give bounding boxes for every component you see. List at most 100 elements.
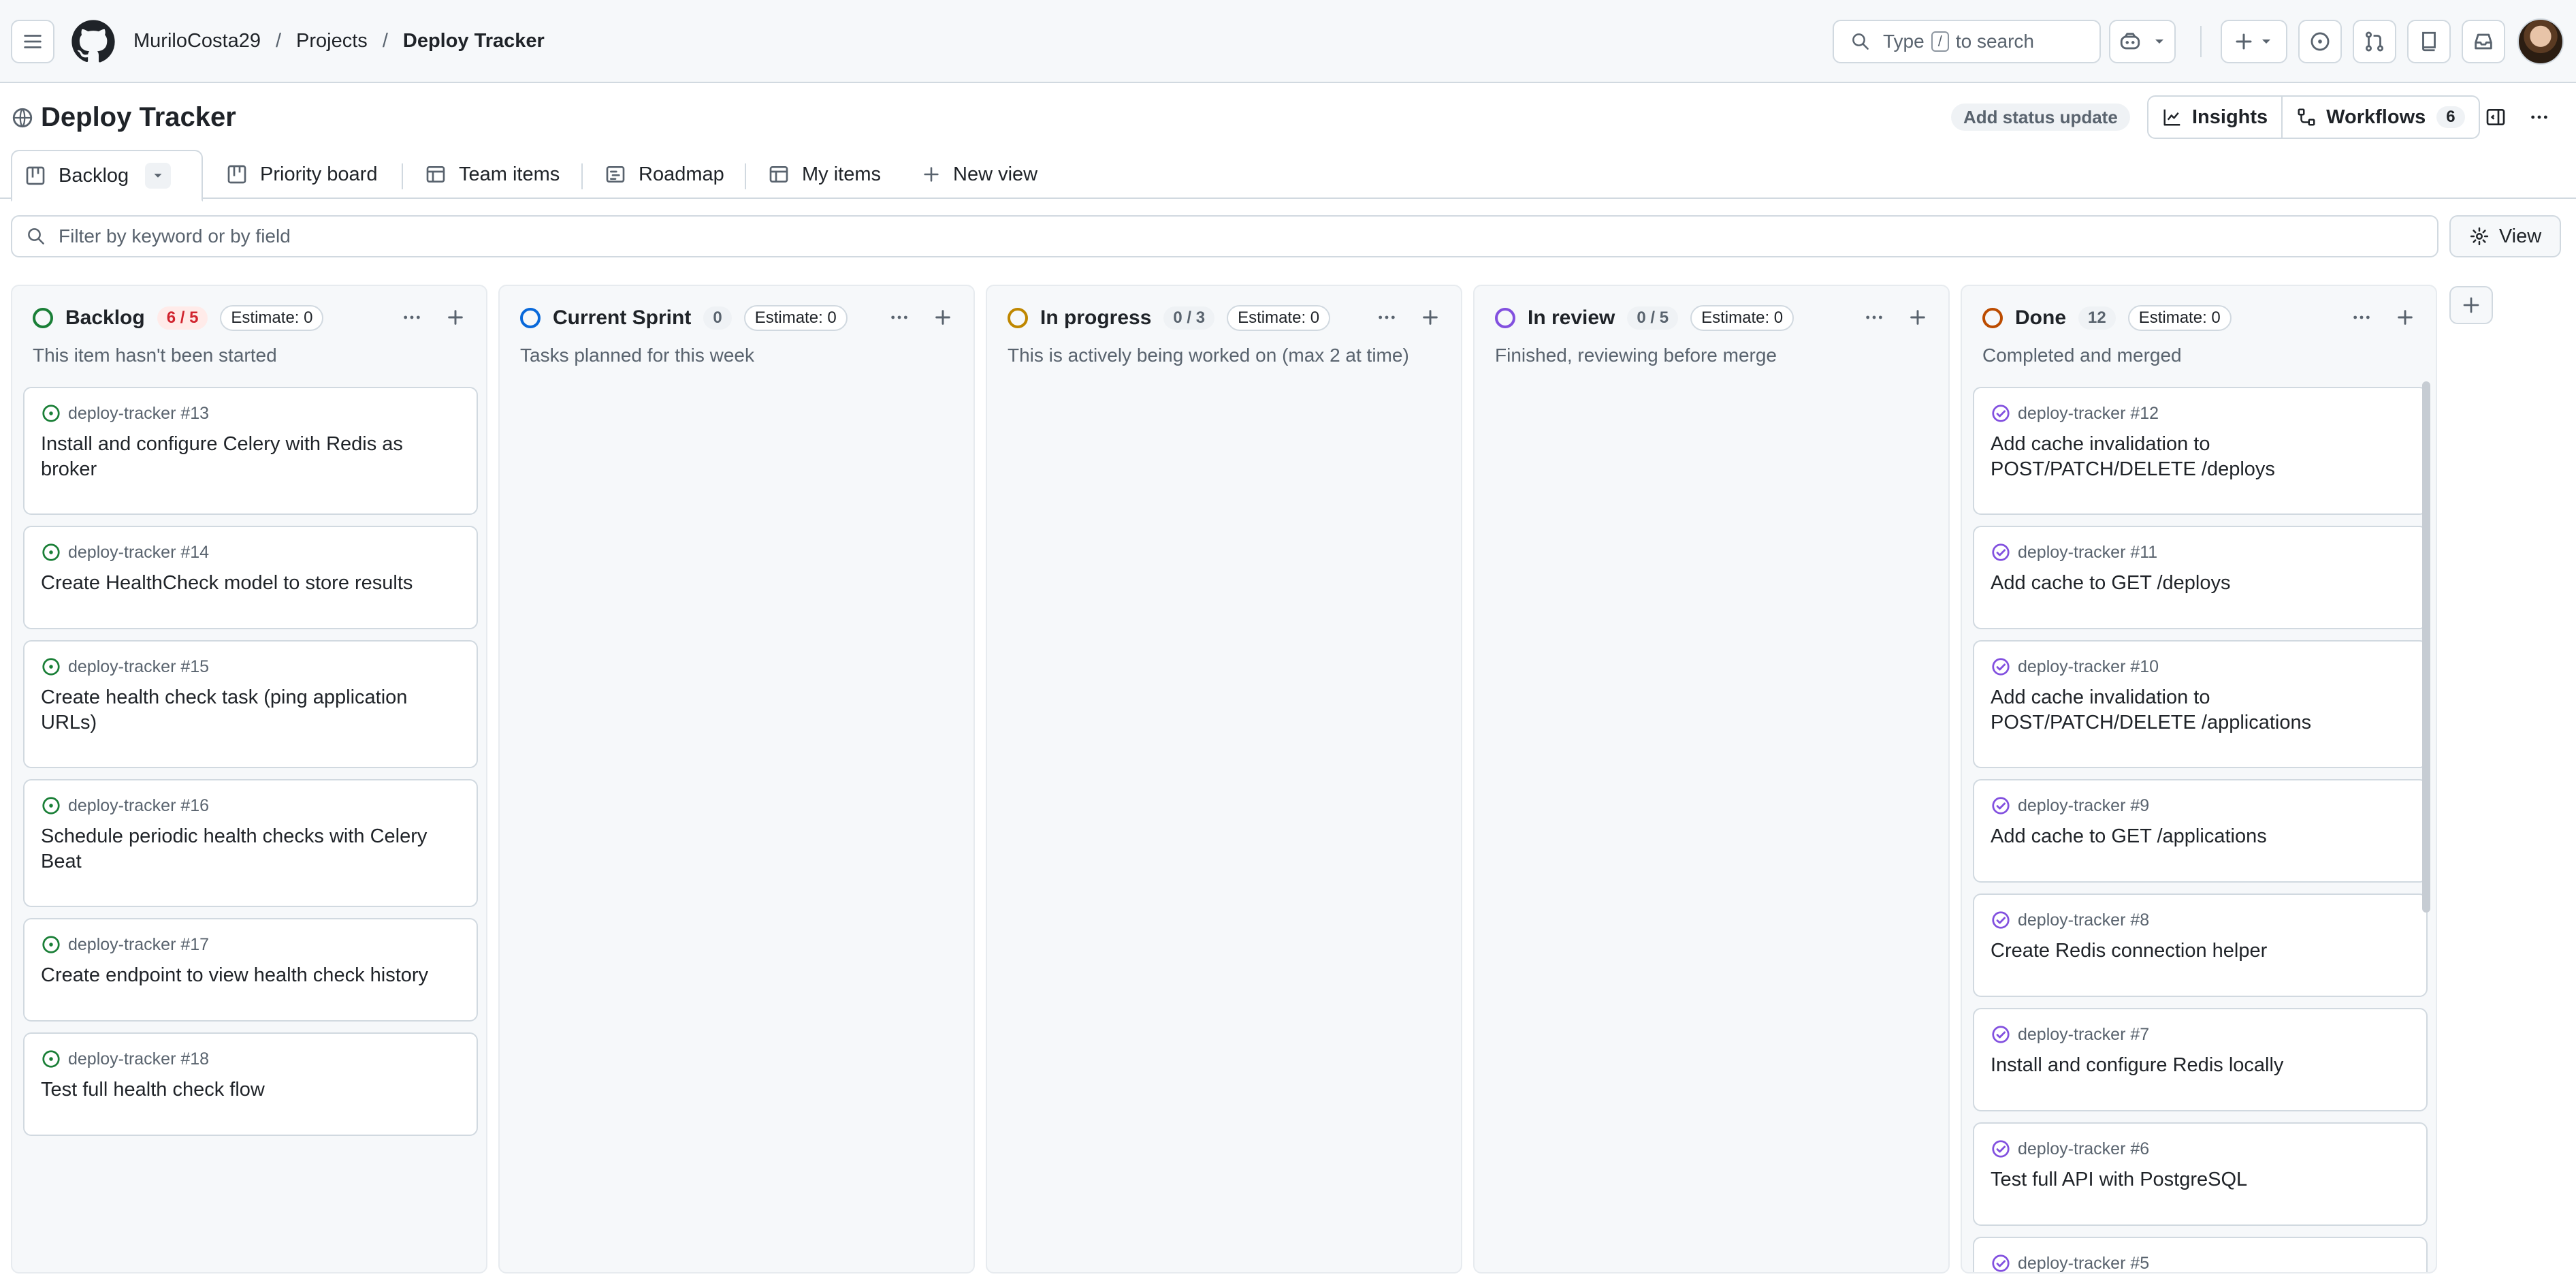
issue-card[interactable]: deploy-tracker #14 Create HealthCheck mod… bbox=[23, 526, 478, 629]
column-actions bbox=[2335, 304, 2422, 331]
issue-title[interactable]: Add cache invalidation to POST/PATCH/DEL… bbox=[1991, 685, 2410, 736]
issue-open-icon bbox=[42, 797, 60, 815]
issue-number[interactable]: deploy-tracker #15 bbox=[68, 657, 209, 677]
issue-title[interactable]: Create health check task (ping applicati… bbox=[41, 685, 460, 736]
issue-card[interactable]: deploy-tracker #16 Schedule periodic heal… bbox=[23, 779, 478, 907]
issue-title[interactable]: Add cache to GET /applications bbox=[1991, 824, 2410, 849]
issues-button[interactable] bbox=[2298, 20, 2342, 63]
pull-requests-button[interactable] bbox=[2353, 20, 2396, 63]
issue-closed-icon bbox=[1992, 911, 2010, 929]
column-menu-button[interactable] bbox=[1370, 304, 1404, 331]
issue-open-icon bbox=[42, 936, 60, 953]
column-menu-button[interactable] bbox=[395, 304, 429, 331]
new-view-button[interactable]: New view bbox=[909, 150, 1050, 199]
tab-team-items[interactable]: Team items bbox=[413, 150, 572, 199]
issue-card[interactable]: deploy-tracker #9 Add cache to GET /appli… bbox=[1973, 779, 2428, 883]
column-description: Tasks planned for this week bbox=[520, 345, 754, 366]
inbox-button[interactable] bbox=[2462, 20, 2505, 63]
search-input[interactable]: Type / to search bbox=[1833, 20, 2101, 63]
menu-button[interactable] bbox=[11, 20, 54, 63]
issue-number[interactable]: deploy-tracker #9 bbox=[2018, 796, 2149, 816]
add-status-update-button[interactable]: Add status update bbox=[1951, 104, 2130, 131]
workflows-button[interactable]: Workflows 6 bbox=[2281, 97, 2478, 138]
issue-card[interactable]: deploy-tracker #5 bbox=[1973, 1237, 2428, 1273]
issue-card[interactable]: deploy-tracker #7 Install and configure R… bbox=[1973, 1008, 2428, 1111]
column-estimate-badge: Estimate: 0 bbox=[220, 305, 324, 331]
add-column-button[interactable] bbox=[2449, 286, 2493, 324]
issue-number[interactable]: deploy-tracker #14 bbox=[68, 543, 209, 563]
issue-title[interactable]: Schedule periodic health checks with Cel… bbox=[41, 824, 460, 874]
issue-card[interactable]: deploy-tracker #8 Create Redis connection… bbox=[1973, 893, 2428, 997]
tab-my-items[interactable]: My items bbox=[756, 150, 893, 199]
issue-card[interactable]: deploy-tracker #11 Add cache to GET /depl… bbox=[1973, 526, 2428, 629]
column-header: In progress 0 / 3 Estimate: 0 bbox=[1008, 305, 1342, 331]
issue-reference: deploy-tracker #6 bbox=[1991, 1139, 2410, 1159]
column-add-item-button[interactable] bbox=[1413, 304, 1447, 331]
filter-input[interactable]: Filter by keyword or by field bbox=[11, 215, 2438, 257]
column-add-item-button[interactable] bbox=[926, 304, 960, 331]
column-add-item-button[interactable] bbox=[2388, 304, 2422, 331]
board-column-backlog: Backlog 6 / 5 Estimate: 0 This item hasn't … bbox=[11, 285, 487, 1274]
issue-number[interactable]: deploy-tracker #17 bbox=[68, 935, 209, 955]
issue-number[interactable]: deploy-tracker #11 bbox=[2018, 543, 2157, 563]
issue-title[interactable]: Add cache to GET /deploys bbox=[1991, 571, 2410, 596]
create-new-button[interactable] bbox=[2221, 20, 2287, 63]
issue-number[interactable]: deploy-tracker #6 bbox=[2018, 1139, 2149, 1159]
issue-number[interactable]: deploy-tracker #16 bbox=[68, 796, 209, 816]
issue-number[interactable]: deploy-tracker #5 bbox=[2018, 1254, 2149, 1273]
tab-priority-board[interactable]: Priority board bbox=[214, 150, 389, 199]
view-options-button[interactable]: View bbox=[2449, 215, 2561, 257]
issue-title[interactable]: Install and configure Redis locally bbox=[1991, 1053, 2410, 1078]
issue-title[interactable]: Add cache invalidation to POST/PATCH/DEL… bbox=[1991, 432, 2410, 482]
issue-number[interactable]: deploy-tracker #13 bbox=[68, 404, 209, 424]
breadcrumb-current[interactable]: Deploy Tracker bbox=[403, 27, 545, 54]
insights-button[interactable]: Insights bbox=[2148, 97, 2281, 138]
issue-title[interactable]: Install and configure Celery with Redis … bbox=[41, 432, 460, 482]
breadcrumb-owner[interactable]: MuriloCosta29 bbox=[133, 27, 261, 54]
tab-backlog[interactable]: Backlog bbox=[11, 150, 203, 202]
column-menu-button[interactable] bbox=[882, 304, 916, 331]
tab-label: Team items bbox=[459, 163, 560, 185]
tab-options-button[interactable] bbox=[145, 163, 172, 189]
chevron-down-icon[interactable] bbox=[2151, 33, 2168, 50]
column-scrollbar[interactable] bbox=[2422, 381, 2430, 913]
breadcrumb-projects[interactable]: Projects bbox=[296, 27, 368, 54]
issue-card[interactable]: deploy-tracker #13 Install and configure … bbox=[23, 387, 478, 515]
issue-card[interactable]: deploy-tracker #17 Create endpoint to vie… bbox=[23, 918, 478, 1022]
issue-card[interactable]: deploy-tracker #6 Test full API with Post… bbox=[1973, 1122, 2428, 1226]
plus-icon bbox=[2463, 297, 2479, 313]
column-estimate-badge: Estimate: 0 bbox=[1690, 305, 1794, 331]
issue-card[interactable]: deploy-tracker #10 Add cache invalidation… bbox=[1973, 640, 2428, 768]
tab-label: My items bbox=[802, 163, 881, 185]
breadcrumb-separator: / bbox=[382, 30, 388, 52]
issue-number[interactable]: deploy-tracker #7 bbox=[2018, 1025, 2149, 1045]
issue-card[interactable]: deploy-tracker #15 Create health check ta… bbox=[23, 640, 478, 768]
column-add-item-button[interactable] bbox=[438, 304, 472, 331]
tab-divider bbox=[581, 163, 583, 189]
copilot-button[interactable] bbox=[2109, 20, 2176, 63]
breadcrumb: MuriloCosta29 / Projects / Deploy Tracke… bbox=[133, 27, 545, 54]
tab-roadmap[interactable]: Roadmap bbox=[592, 150, 737, 199]
repositories-button[interactable] bbox=[2407, 20, 2451, 63]
side-panel-toggle[interactable] bbox=[2474, 95, 2517, 139]
issue-title[interactable]: Create HealthCheck model to store result… bbox=[41, 571, 460, 596]
user-avatar[interactable] bbox=[2517, 18, 2564, 65]
column-menu-button[interactable] bbox=[1857, 304, 1891, 331]
issue-number[interactable]: deploy-tracker #8 bbox=[2018, 911, 2149, 930]
issue-title[interactable]: Test full API with PostgreSQL bbox=[1991, 1167, 2410, 1192]
page-title[interactable]: Deploy Tracker bbox=[41, 102, 236, 133]
column-add-item-button[interactable] bbox=[1901, 304, 1935, 331]
issue-number[interactable]: deploy-tracker #12 bbox=[2018, 404, 2159, 424]
issue-title[interactable]: Test full health check flow bbox=[41, 1077, 460, 1103]
github-logo-icon[interactable] bbox=[71, 19, 116, 64]
plus-icon bbox=[935, 310, 950, 325]
issue-open-icon bbox=[42, 405, 60, 422]
issue-title[interactable]: Create Redis connection helper bbox=[1991, 938, 2410, 964]
column-menu-button[interactable] bbox=[2345, 304, 2379, 331]
project-more-button[interactable] bbox=[2517, 95, 2561, 139]
issue-number[interactable]: deploy-tracker #18 bbox=[68, 1049, 209, 1069]
issue-card[interactable]: deploy-tracker #18 Test full health check… bbox=[23, 1032, 478, 1136]
issue-number[interactable]: deploy-tracker #10 bbox=[2018, 657, 2159, 677]
issue-card[interactable]: deploy-tracker #12 Add cache invalidation… bbox=[1973, 387, 2428, 515]
issue-title[interactable]: Create endpoint to view health check his… bbox=[41, 963, 460, 988]
